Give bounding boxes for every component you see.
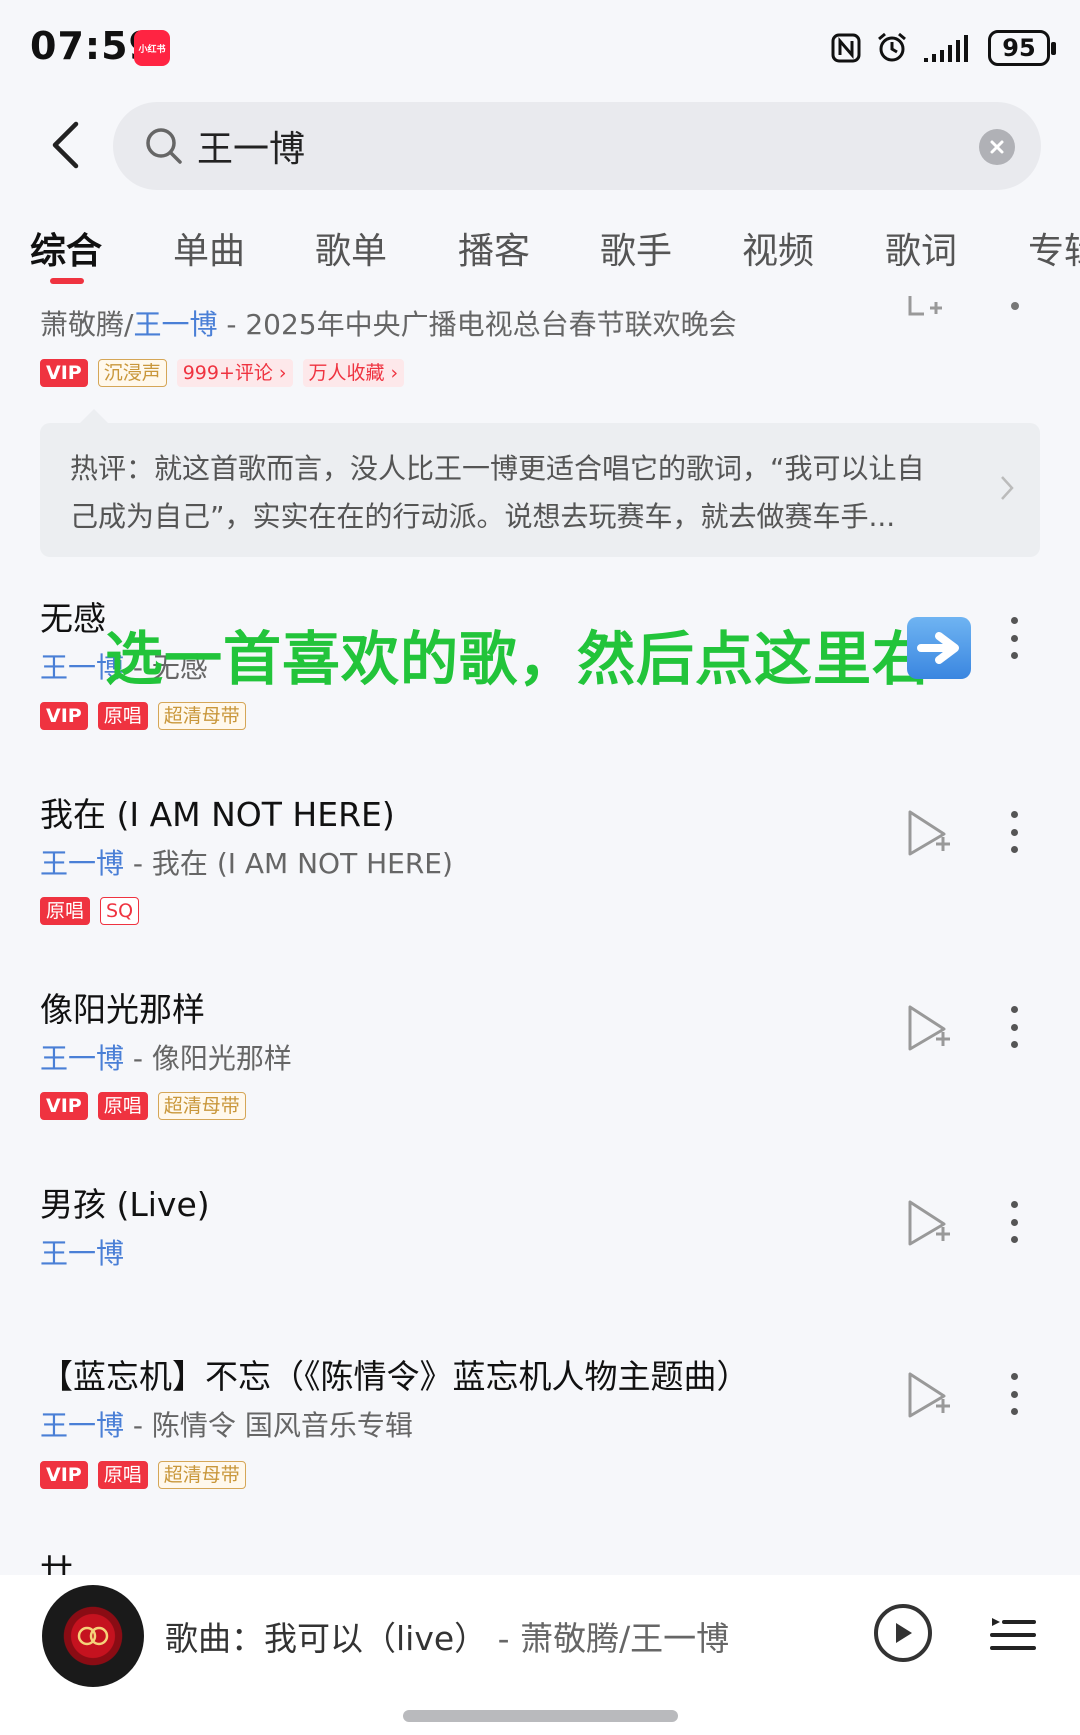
tutorial-overlay-text: 选一首喜欢的歌，然后点这里右 [105,625,932,693]
song-title[interactable]: 像阳光那样 [40,983,205,1031]
chevron-right-icon: › [278,362,287,384]
original-badge: 原唱 [97,1461,148,1489]
more-options-icon[interactable] [1009,1201,1019,1243]
close-icon [990,140,1004,154]
top-song-artists: 萧敬腾/ [40,308,134,341]
song-album: - 像阳光那样 [124,1042,292,1075]
tab-comprehensive[interactable]: 综合 [30,222,102,274]
more-options-icon[interactable] [1009,1373,1019,1415]
vip-badge: VIP [40,359,88,387]
comments-count: 999+评论 [182,362,273,384]
top-song-album: - 2025年中央广播电视总台春节联欢晚会 [217,308,737,341]
now-playing-prefix: 歌曲： [165,1619,264,1658]
play-icon [896,1623,912,1643]
song-artist[interactable]: 王一博 [40,847,124,880]
battery-level: 95 [1002,34,1036,62]
song-artist[interactable]: 王一博 [40,1409,124,1442]
search-icon [146,128,182,164]
song-album: - 我在 (I AM NOT HERE) [124,847,453,880]
playlist-icon[interactable] [990,1614,1036,1654]
tab-artists[interactable]: 歌手 [600,222,672,274]
song-artist[interactable]: 王一博 [40,1237,124,1270]
category-tabs: 综合 单曲 歌单 播客 歌手 视频 歌词 专辑 [0,222,1080,292]
tab-singles[interactable]: 单曲 [173,222,245,274]
active-tab-indicator [50,278,84,284]
now-playing-text[interactable]: 歌曲：我可以（live） - 萧敬腾/王一博 [165,1612,729,1660]
album-logo-icon [77,1626,109,1646]
alarm-icon [878,32,906,62]
comments-badge[interactable]: 999+评论 › [176,359,293,387]
song-subtitle: 王一博 - 陈情令 国风音乐专辑 [40,1404,413,1444]
song-title[interactable]: 男孩 (Live) [40,1178,210,1226]
song-album: - 陈情令 国风音乐专辑 [124,1409,413,1442]
master-quality-badge: 超清母带 [157,1461,246,1489]
sq-badge: SQ [100,897,140,925]
album-art-disc[interactable] [42,1585,144,1687]
original-badge: 原唱 [40,897,91,925]
chevron-right-icon [1001,476,1014,500]
play-button[interactable] [874,1604,932,1662]
add-to-playlist-icon[interactable] [906,296,952,320]
song-title[interactable]: 我在 (I AM NOT HERE) [40,788,395,836]
add-to-playlist-icon[interactable] [904,1370,952,1420]
hot-comment-line-2: 己成为自己”，实实在在的行动派。说想去玩赛车，就去做赛车手... [70,500,896,533]
top-song-artist-highlight[interactable]: 王一博 [133,308,217,341]
top-song-tags: VIP 沉浸声 999+评论 › 万人收藏 › [40,359,405,387]
more-options-icon[interactable] [1009,1006,1019,1048]
tab-podcasts[interactable]: 播客 [458,222,530,274]
search-query: 王一博 [197,129,306,170]
battery-icon: 95 [988,30,1056,66]
more-options-icon[interactable] [1009,811,1019,853]
chevron-right-icon: › [390,362,399,384]
song-artist[interactable]: 王一博 [40,1042,124,1075]
song-subtitle: 王一博 - 我在 (I AM NOT HERE) [40,842,453,882]
arrow-right-icon [907,617,971,679]
home-indicator[interactable] [403,1710,678,1722]
more-options-icon[interactable] [1011,302,1019,310]
more-options-icon[interactable] [1009,617,1019,659]
nfc-icon [831,33,861,63]
song-subtitle: 王一博 - 像阳光那样 [40,1037,292,1077]
master-quality-badge: 超清母带 [157,702,246,730]
song-title[interactable]: 无感 [40,592,106,640]
top-song-subtitle: 萧敬腾/王一博 - 2025年中央广播电视总台春节联欢晚会 [40,303,737,343]
vip-badge: VIP [40,1092,88,1120]
song-subtitle: 王一博 [40,1232,124,1272]
original-badge: 原唱 [97,702,148,730]
back-button[interactable] [40,115,90,175]
original-badge: 原唱 [97,1092,148,1120]
status-icons: 95 [830,30,1056,66]
add-to-playlist-icon[interactable] [904,1003,952,1053]
immersive-sound-badge: 沉浸声 [97,359,167,387]
now-playing-separator: - [487,1619,521,1658]
now-playing-song: 我可以（live） [264,1619,488,1658]
song-tags: VIP 原唱 超清母带 [40,702,246,730]
favorites-badge[interactable]: 万人收藏 › [302,359,405,387]
favorites-count: 万人收藏 [308,362,385,384]
tab-albums[interactable]: 专辑 [1028,222,1080,274]
hot-comment-line-1: 热评：就这首歌而言，没人比王一博更适合唱它的歌词，“我可以让自 [70,452,925,485]
vip-badge: VIP [40,1461,88,1489]
chevron-left-icon [52,121,79,169]
tab-lyrics[interactable]: 歌词 [885,222,957,274]
hot-comment[interactable]: 热评：就这首歌而言，没人比王一博更适合唱它的歌词，“我可以让自 己成为自己”，实… [40,409,1040,557]
song-tags: VIP 原唱 超清母带 [40,1461,246,1489]
song-tags: VIP 原唱 超清母带 [40,1092,246,1120]
tab-videos[interactable]: 视频 [742,222,814,274]
song-tags: 原唱 SQ [40,897,140,925]
add-to-playlist-icon[interactable] [904,1198,952,1248]
song-title[interactable]: 【蓝忘机】不忘（《陈情令》蓝忘机人物主题曲） [40,1350,750,1398]
vip-badge: VIP [40,702,88,730]
now-playing-artist: 萧敬腾/王一博 [520,1619,730,1658]
signal-icon [924,35,968,62]
clear-search-button[interactable] [979,129,1015,165]
app-badge-icon: 小红书 [134,30,170,66]
tab-playlists[interactable]: 歌单 [315,222,387,274]
master-quality-badge: 超清母带 [157,1092,246,1120]
add-to-playlist-icon[interactable] [904,808,952,858]
search-input[interactable]: 王一博 [113,102,1041,190]
